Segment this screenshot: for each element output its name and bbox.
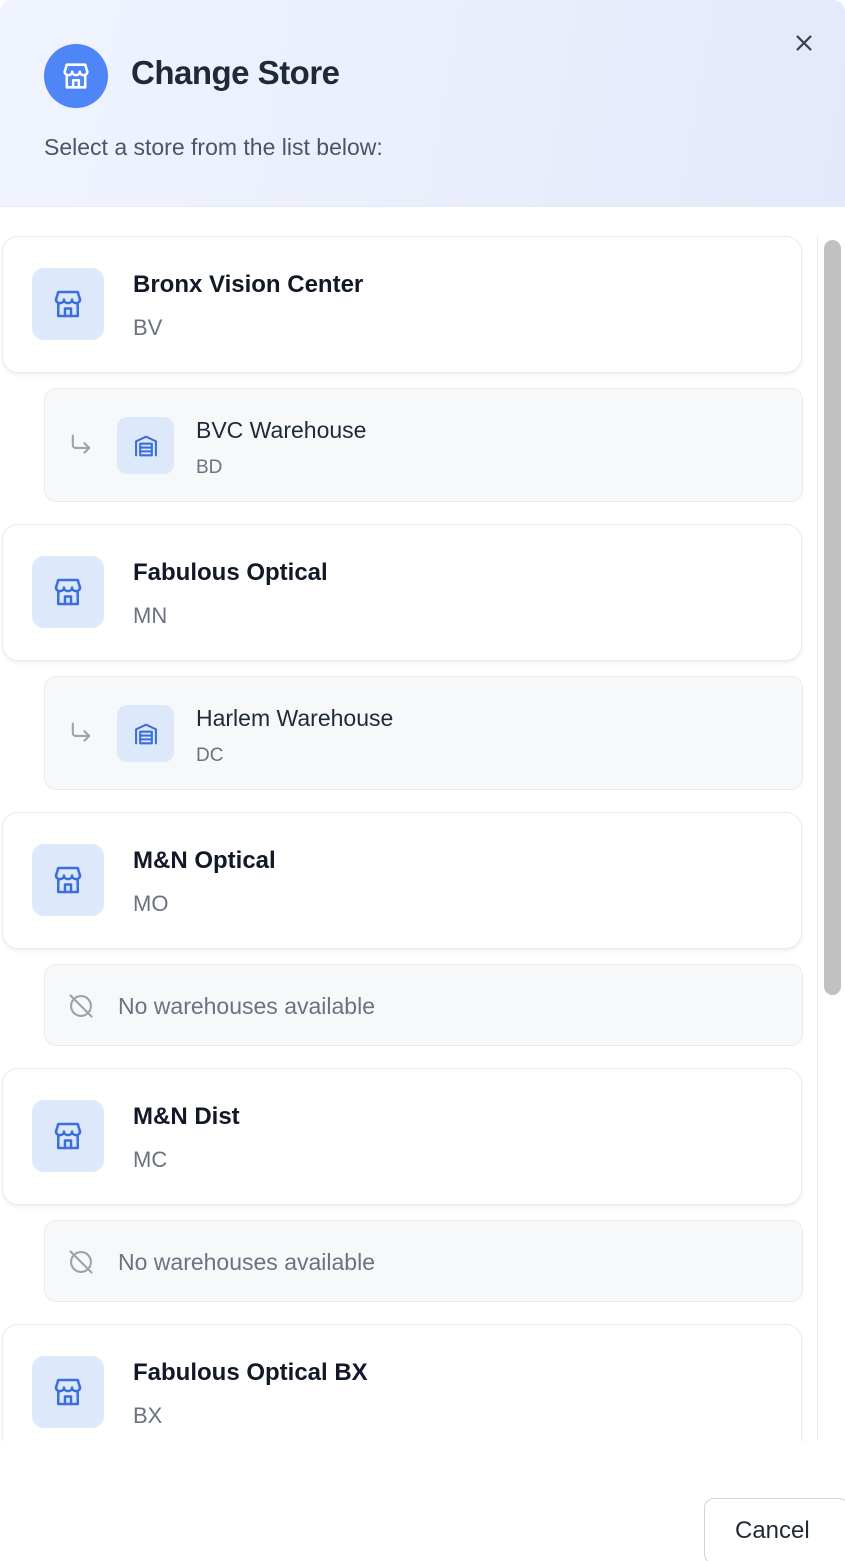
warehouse-icon [117,417,174,474]
unavailable-icon [69,1250,93,1274]
warehouse-name: Harlem Warehouse [196,705,394,731]
store-code: BX [133,1403,163,1428]
store-icon [32,556,104,628]
store-list[interactable]: Bronx Vision Center BV BVC Warehouse BD [0,207,845,1441]
modal-header: Change Store Select a store from the lis… [0,0,845,207]
store-name: Fabulous Optical BX [133,1359,368,1386]
warehouse-icon [117,705,174,762]
unavailable-icon [69,994,93,1018]
subitem-arrow-icon [71,722,91,742]
store-item[interactable]: Bronx Vision Center BV [2,236,802,373]
store-icon [32,1356,104,1428]
store-code: MO [133,891,169,916]
warehouse-item[interactable]: Harlem Warehouse DC [44,676,803,790]
scrollbar-thumb[interactable] [824,240,841,995]
modal-footer: Cancel [0,1441,845,1561]
store-code: MN [133,603,168,628]
store-item[interactable]: Fabulous Optical BX BX [2,1324,802,1441]
store-icon [44,44,108,108]
close-icon [796,35,812,51]
no-warehouses-text: No warehouses available [118,1249,375,1275]
warehouse-name: BVC Warehouse [196,417,367,443]
warehouse-item[interactable]: BVC Warehouse BD [44,388,803,502]
modal-subtitle: Select a store from the list below: [44,134,383,160]
warehouse-code: DC [196,745,224,766]
store-icon [32,844,104,916]
store-item[interactable]: M&N Optical MO [2,812,802,949]
store-code: BV [133,315,163,340]
store-code: MC [133,1147,168,1172]
store-icon [32,1100,104,1172]
store-item[interactable]: M&N Dist MC [2,1068,802,1205]
store-name: M&N Optical [133,847,276,874]
store-name: M&N Dist [133,1103,240,1130]
subitem-arrow-icon [71,434,91,454]
close-button[interactable] [789,28,819,58]
store-icon [32,268,104,340]
store-name: Fabulous Optical [133,559,328,586]
no-warehouses-notice: No warehouses available [44,964,803,1046]
no-warehouses-notice: No warehouses available [44,1220,803,1302]
modal-title: Change Store [131,54,340,91]
no-warehouses-text: No warehouses available [118,993,375,1019]
cancel-button[interactable]: Cancel [704,1498,845,1561]
warehouse-code: BD [196,457,223,478]
change-store-modal: Change Store Select a store from the lis… [0,0,845,1561]
store-name: Bronx Vision Center [133,271,364,298]
store-item[interactable]: Fabulous Optical MN [2,524,802,661]
